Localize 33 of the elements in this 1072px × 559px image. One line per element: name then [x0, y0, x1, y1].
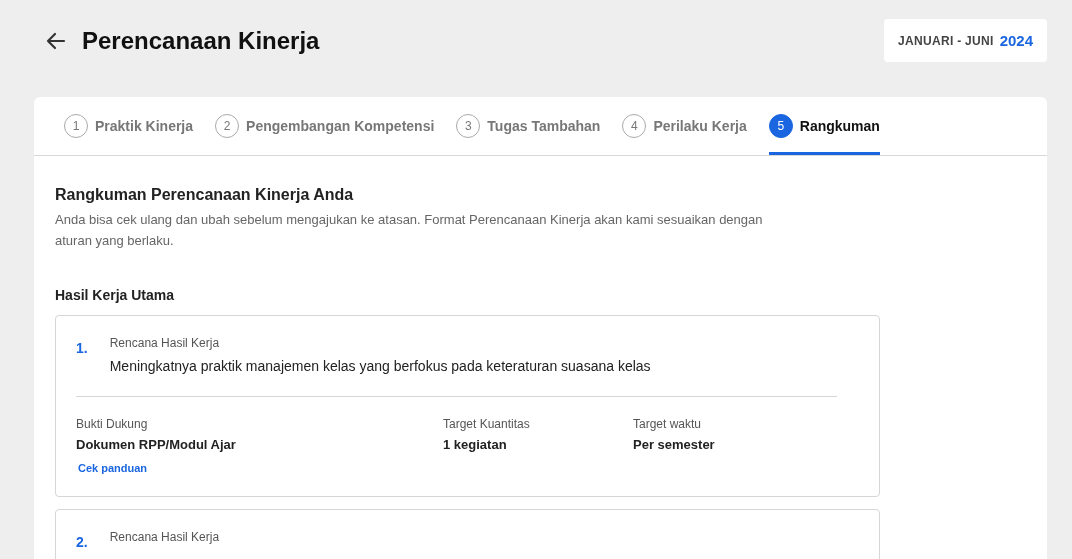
step-tab[interactable]: 1 Praktik Kinerja: [64, 97, 194, 155]
page-title: Perencanaan Kinerja: [82, 26, 320, 55]
item-label: Rencana Hasil Kerja: [109, 530, 220, 544]
step-label: Pengembangan Kompetensi: [246, 118, 435, 134]
step-tab[interactable]: 3 Tugas Tambahan: [456, 97, 601, 155]
step-tab[interactable]: 2 Pengembangan Kompetensi: [215, 97, 435, 155]
step-number: 5: [768, 114, 793, 138]
step-label: Tugas Tambahan: [487, 118, 601, 134]
field-label: Target Kuantitas: [443, 417, 530, 431]
section-title: Hasil Kerja Utama: [55, 287, 176, 303]
field-value: 1 kegiatan: [443, 437, 507, 452]
field-value: Dokumen RPP/Modul Ajar: [76, 437, 236, 452]
summary-title: Rangkuman Perencanaan Kinerja Anda: [55, 186, 355, 204]
item-label: Rencana Hasil Kerja: [109, 336, 221, 350]
period-range: JANUARI - JUNI: [898, 33, 994, 48]
step-number: 1: [64, 114, 88, 138]
step-label: Praktik Kinerja: [95, 118, 194, 134]
step-number: 3: [456, 114, 481, 138]
step-label: Perilaku Kerja: [653, 118, 747, 134]
field-label: Target waktu: [633, 417, 702, 431]
step-label: Rangkuman: [799, 118, 880, 134]
item-number: 2.: [76, 534, 88, 550]
step-tab[interactable]: 5 Rangkuman: [768, 97, 880, 155]
item-number: 1.: [76, 340, 88, 358]
guide-link[interactable]: Cek panduan: [78, 462, 148, 474]
period-year: 2024: [999, 32, 1033, 49]
item-text: Meningkatnya praktik manajemen kelas yang berfokus pada keteraturan suasana kelas: [109, 358, 651, 374]
field-label: Bukti Dukung: [76, 417, 148, 431]
step-tab[interactable]: 4 Perilaku Kerja: [622, 97, 747, 155]
step-number: 2: [215, 114, 240, 138]
field-value: Per semester: [633, 437, 715, 452]
step-number: 4: [622, 114, 647, 138]
summary-description: Anda bisa cek ulang dan ubah sebelum mengajukan ke atasan. Format Perencanaan Kinerja akan kami sesuaikan dengan aturan yang berlaku.: [55, 211, 764, 250]
